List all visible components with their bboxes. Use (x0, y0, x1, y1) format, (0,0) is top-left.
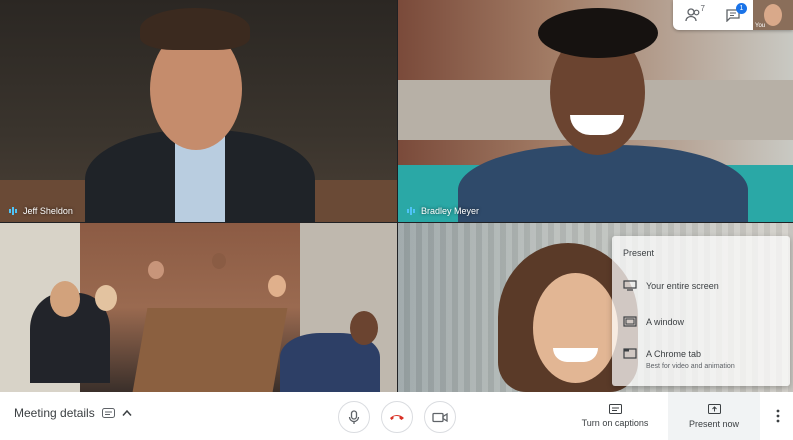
present-option-window[interactable]: A window (612, 308, 790, 338)
present-menu-title: Present (623, 248, 655, 258)
present-option-entire-screen[interactable]: Your entire screen (612, 272, 790, 302)
turn-on-captions-button[interactable]: Turn on captions (573, 392, 657, 440)
end-call-icon (390, 415, 404, 420)
end-call-button[interactable] (381, 401, 413, 433)
captions-label: Turn on captions (581, 418, 649, 428)
captions-icon (608, 404, 622, 414)
video-tile-jeff: Jeff Sheldon (0, 0, 397, 222)
participant-name-tag: Bradley Meyer (406, 206, 479, 216)
audio-level-icon (9, 207, 17, 215)
chevron-up-icon (122, 409, 132, 416)
people-icon (685, 8, 700, 22)
microphone-button[interactable] (338, 401, 370, 433)
window-icon (623, 316, 637, 327)
present-now-button[interactable]: Present now (668, 392, 760, 440)
camera-icon (432, 412, 448, 422)
participant-name-tag: Jeff Sheldon (8, 206, 73, 216)
present-menu: Present Your entire screen A window A Ch… (612, 236, 790, 386)
bottom-toolbar: Meeting details Turn on captions Present… (0, 392, 793, 440)
people-button[interactable]: 7 (673, 0, 713, 30)
captions-chip-icon (101, 408, 115, 418)
chat-button[interactable]: 1 (713, 0, 753, 30)
video-tile-bradley: Bradley Meyer (398, 0, 793, 222)
self-view-thumbnail[interactable]: You (753, 0, 793, 30)
monitor-icon (623, 280, 637, 291)
microphone-icon (348, 409, 360, 424)
present-now-label: Present now (688, 418, 740, 429)
audio-level-icon (407, 207, 415, 215)
people-count: 7 (700, 4, 705, 13)
more-options-button[interactable] (771, 406, 785, 426)
participant-name: Bradley Meyer (421, 206, 480, 216)
tab-icon (623, 348, 637, 359)
top-right-toolbar: 7 1 You (673, 0, 793, 30)
meeting-details-button[interactable]: Meeting details (14, 406, 132, 420)
video-tile-conference-room (0, 223, 397, 392)
more-vert-icon (776, 409, 780, 423)
meeting-details-label: Meeting details (14, 406, 95, 420)
camera-button[interactable] (424, 401, 456, 433)
participant-name: Jeff Sheldon (23, 206, 73, 216)
self-label: You (755, 23, 766, 29)
present-option-chrome-tab[interactable]: A Chrome tab Best for video and animatio… (612, 340, 790, 380)
present-screen-icon (707, 403, 721, 414)
chat-unread-badge: 1 (736, 3, 747, 14)
